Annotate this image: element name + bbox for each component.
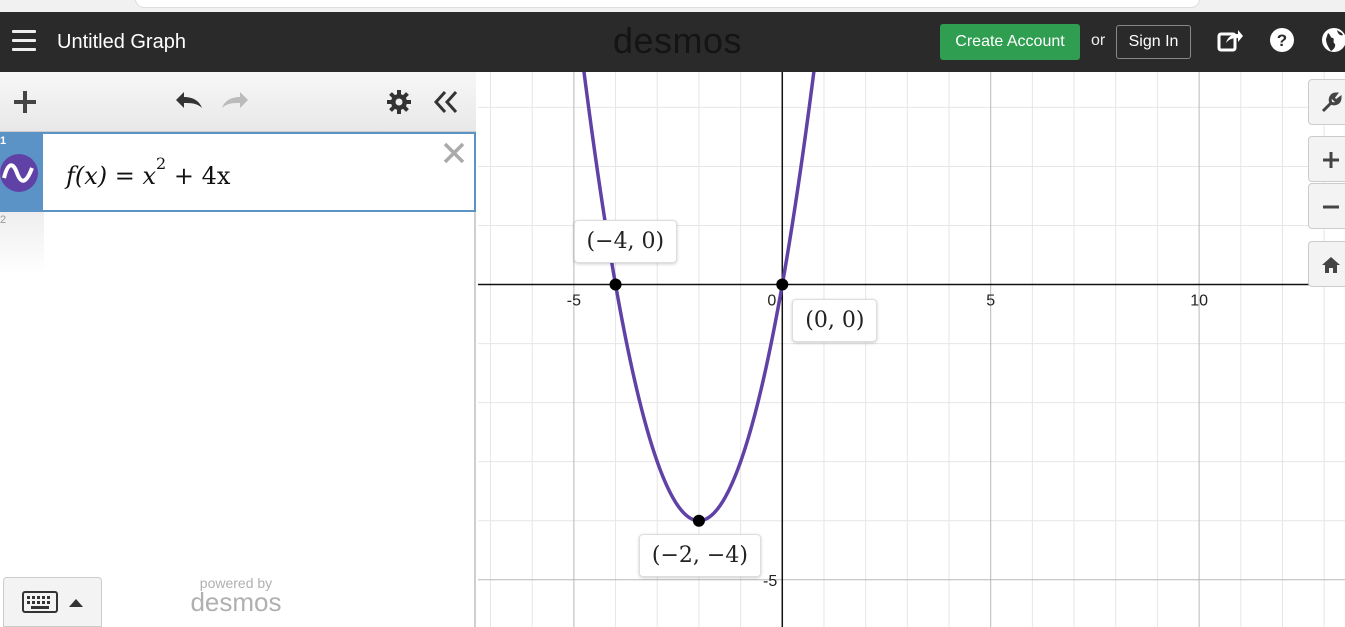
help-icon[interactable]: ? [1268, 26, 1296, 54]
keyboard-icon [22, 591, 58, 613]
settings-gear-icon[interactable] [386, 89, 412, 115]
default-viewport-button[interactable] [1308, 241, 1345, 287]
expression-list-panel: 1 f(x) = x2 + 4x 2 powered by desmos [0, 72, 476, 627]
home-icon [1322, 257, 1340, 273]
wrench-icon [1321, 92, 1342, 113]
graph-title[interactable]: Untitled Graph [57, 31, 186, 54]
top-bar: Untitled Graph desmos Create Account or … [0, 12, 1345, 72]
desmos-logo: desmos [613, 20, 743, 61]
point-marker [692, 514, 705, 527]
keypad-toggle-button[interactable] [3, 577, 102, 627]
graph-settings-button[interactable] [1308, 79, 1345, 125]
x-tick-label: -5 [567, 293, 581, 310]
expression-rhs: + 4x [173, 162, 231, 190]
x-tick-label: 5 [986, 293, 995, 310]
add-item-icon[interactable] [12, 89, 38, 115]
undo-icon[interactable] [172, 88, 204, 114]
graph-paper[interactable]: -5 0 5 10 -5 (−4, 0) (0, 0) (−2, −4) [478, 72, 1345, 627]
or-label: or [1091, 32, 1106, 49]
powered-by-desmos: powered by desmos [181, 575, 291, 618]
graph-canvas[interactable]: -5 0 5 10 -5 [478, 72, 1345, 627]
share-icon[interactable] [1216, 26, 1244, 54]
expression-math[interactable]: f(x) = x2 + 4x [66, 154, 231, 190]
caret-up-icon [69, 599, 83, 607]
browser-address-strip [0, 0, 1345, 12]
powered-by-brand: desmos [190, 587, 282, 617]
redo-icon[interactable] [220, 88, 252, 114]
x-tick-label: 10 [1190, 293, 1208, 310]
minus-icon [1323, 205, 1339, 209]
sign-in-button[interactable]: Sign In [1116, 25, 1191, 59]
plus-icon [1323, 152, 1339, 168]
zoom-out-button[interactable] [1308, 183, 1345, 229]
collapse-panel-icon[interactable] [432, 89, 460, 115]
svg-text:?: ? [1277, 31, 1287, 50]
expression-lhs: f(x) = x [66, 162, 157, 190]
language-globe-icon[interactable] [1320, 26, 1345, 54]
point-label[interactable]: (−2, −4) [638, 533, 761, 577]
expression-index: 1 [0, 135, 7, 147]
y-tick-label: -5 [763, 573, 777, 590]
expression-exponent: 2 [156, 154, 167, 173]
point-marker [776, 278, 789, 291]
x-tick-label: 0 [767, 293, 776, 310]
expression-item-2[interactable]: 2 [0, 212, 44, 274]
point-label[interactable]: (0, 0) [792, 298, 878, 342]
expression-toolbar [0, 72, 476, 132]
zoom-in-button[interactable] [1308, 136, 1345, 182]
expression-index: 2 [0, 214, 7, 226]
graph-toggle-icon[interactable] [0, 152, 40, 194]
expression-item-1[interactable]: 1 f(x) = x2 + 4x [0, 132, 476, 212]
expression-gutter: 1 [0, 134, 43, 210]
point-label[interactable]: (−4, 0) [573, 219, 678, 263]
delete-expression-icon[interactable] [441, 140, 467, 166]
point-marker [609, 278, 622, 291]
address-bar[interactable] [135, 0, 1200, 8]
menu-icon[interactable] [12, 30, 36, 52]
create-account-button[interactable]: Create Account [940, 24, 1080, 60]
